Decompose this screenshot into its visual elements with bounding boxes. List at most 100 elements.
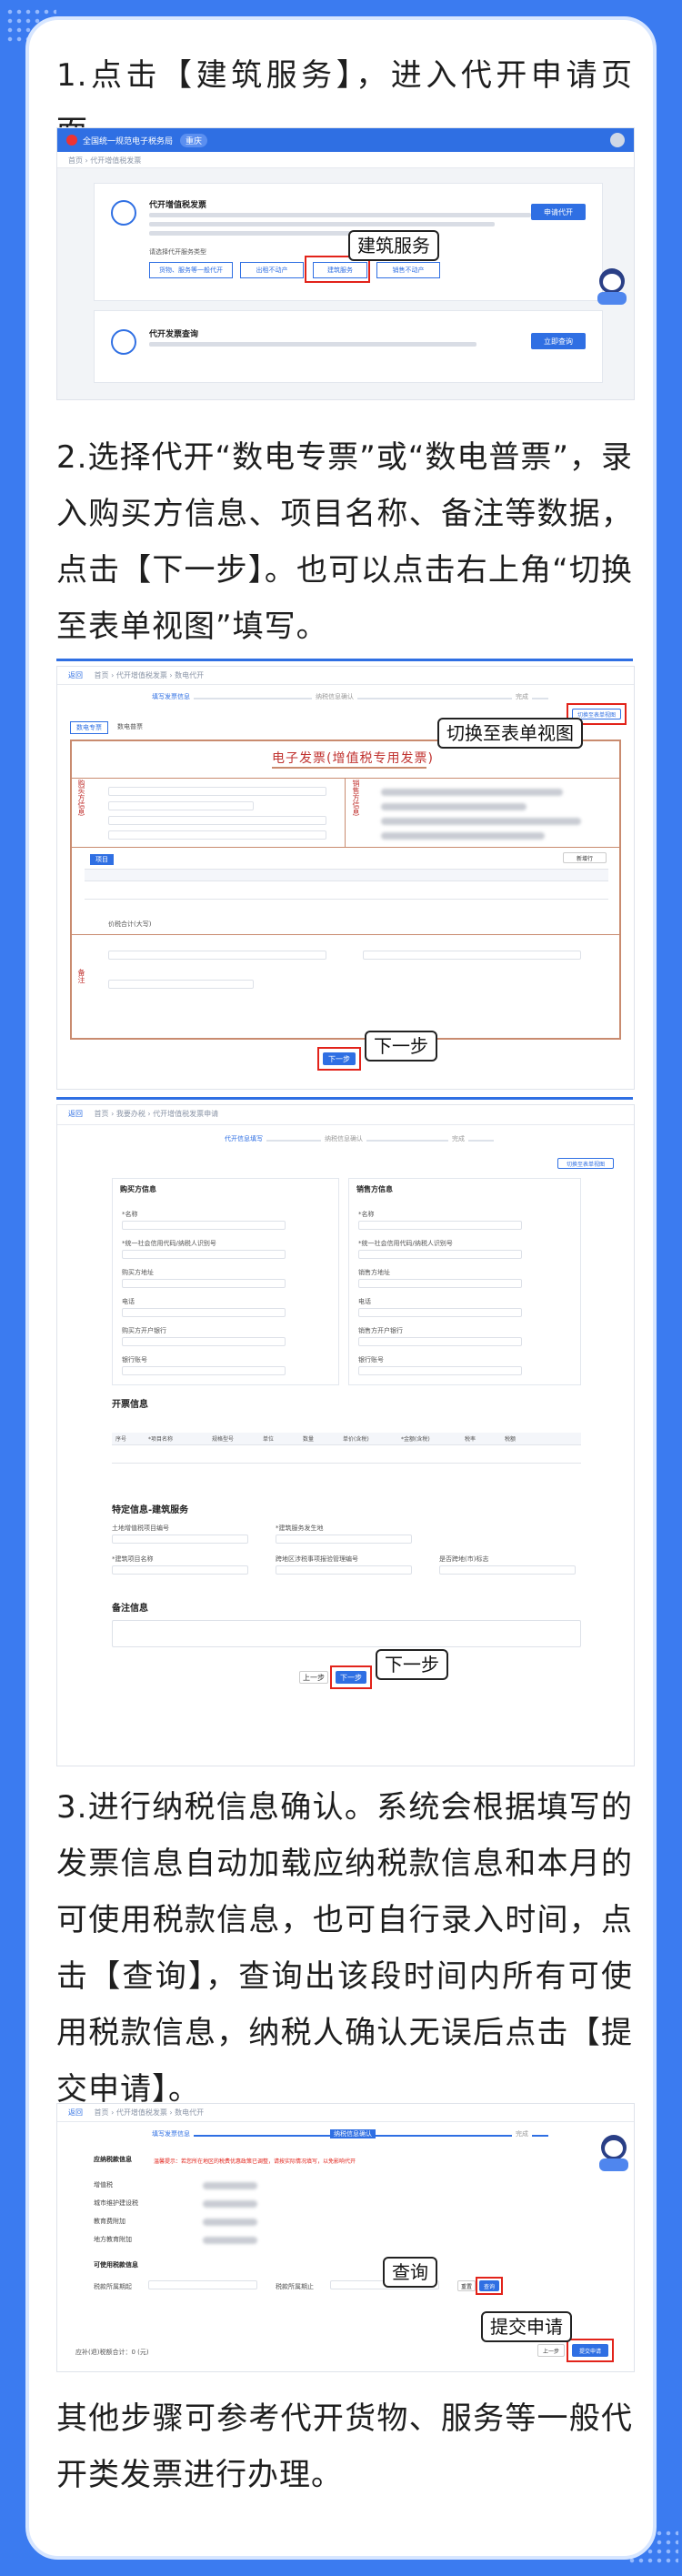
submit-highlight	[567, 2339, 614, 2362]
option-rent-property[interactable]: 出租不动产	[240, 262, 304, 278]
query-now-button[interactable]: 立即查询	[531, 333, 586, 349]
buyer-title: 购买方信息	[120, 1185, 156, 1193]
add-row-button[interactable]: 新增行	[563, 852, 607, 863]
buyer-field-2: *统一社会信用代码/纳税人识别号	[122, 1240, 216, 1247]
callout-next-step-1: 下一步	[365, 1031, 437, 1062]
seller-field-6: 银行账号	[358, 1356, 384, 1363]
construction-location-select[interactable]	[276, 1535, 412, 1544]
back-link-tax[interactable]: 返回	[68, 2108, 83, 2117]
back-link-form-view[interactable]: 返回	[68, 1110, 83, 1118]
col-rate: 税率	[465, 1436, 476, 1443]
screenshot-tax-confirm: 返回 首页 › 代开增值税发票 › 数电代开 填写发票信息 纳税信息确认 完成 …	[56, 2103, 635, 2372]
tax-row-2: 城市维护建设税	[94, 2199, 138, 2207]
back-link[interactable]: 返回	[68, 671, 83, 679]
option-sell-property[interactable]: 销售不动产	[376, 262, 440, 278]
col-spec: 规格型号	[212, 1436, 235, 1443]
special-field-3: *建筑项目名称	[112, 1555, 154, 1563]
seller-field-5: 销售方开户银行	[358, 1327, 403, 1334]
buyer-field-4: 电话	[122, 1298, 135, 1305]
invoice-table-header: 序号 *项目名称 规格型号 单位 数量 单价(含税) *金额(含税) 税率 税额	[112, 1433, 581, 1445]
buyer-taxid-input[interactable]	[122, 1250, 286, 1259]
document-icon	[111, 200, 136, 226]
tax-section-title: 应纳税款信息	[94, 2156, 132, 2163]
remark-textarea[interactable]	[112, 1620, 581, 1647]
callout-next-step-2: 下一步	[376, 1649, 448, 1680]
col-price: 单价(含税)	[343, 1436, 369, 1443]
buyer-field-6: 银行账号	[122, 1356, 147, 1363]
breadcrumb-text: 首页 › 代开增值税发票 › 数电代开	[94, 671, 205, 679]
progress-step-3: 完成	[512, 2129, 532, 2138]
title-underline	[272, 767, 426, 769]
divider	[56, 659, 633, 661]
tab-special-invoice[interactable]: 数电专票	[70, 721, 108, 734]
special-field-4: 跨地区涉税事项报验管理编号	[276, 1555, 358, 1563]
switch-view-button[interactable]: 切换至表单视图	[557, 1158, 614, 1169]
buyer-name-input[interactable]	[122, 1221, 286, 1230]
cross-region-flag-select[interactable]	[439, 1565, 576, 1575]
land-tax-project-input[interactable]	[112, 1535, 248, 1544]
reset-button[interactable]: 重置	[457, 2280, 476, 2291]
next-step-highlight	[330, 1665, 372, 1689]
special-field-1: 土地增值税项目编号	[112, 1524, 169, 1532]
col-project: *项目名称	[148, 1436, 174, 1443]
progress-step-2: 纳税信息确认	[330, 2129, 376, 2138]
total-label: 价税合计(大写)	[108, 921, 152, 928]
buyer-bank-input[interactable]	[122, 1337, 286, 1346]
breadcrumb-text-form-view: 首页 › 我要办税 › 代开增值税发票申请	[94, 1110, 219, 1118]
buyer-field-1: *名称	[122, 1211, 138, 1218]
progress-step-3: 完成	[512, 692, 532, 701]
query-highlight	[476, 2277, 503, 2295]
progress-step-1: 填写发票信息	[148, 692, 194, 701]
col-amount: *金额(含税)	[401, 1436, 430, 1443]
prev-button-tax[interactable]: 上一步	[537, 2344, 565, 2357]
callout-switch-form-view: 切换至表单视图	[437, 718, 583, 749]
prev-step-button[interactable]: 上一步	[299, 1671, 328, 1684]
buyer-panel: 购买方信息 *名称 *统一社会信用代码/纳税人识别号 购买方地址 电话 购买方开…	[112, 1178, 339, 1385]
seller-field-3: 销售方地址	[358, 1269, 390, 1276]
breadcrumb: 首页 › 代开增值税发票	[57, 152, 634, 168]
buyer-account-input[interactable]	[122, 1366, 286, 1375]
site-title: 全国统一规范电子税务局	[83, 136, 174, 146]
col-qty: 数量	[303, 1436, 315, 1443]
seller-phone-input[interactable]	[358, 1308, 522, 1317]
avatar[interactable]	[610, 133, 625, 147]
tax-logo-icon	[66, 135, 77, 146]
cross-region-number-input[interactable]	[276, 1565, 412, 1575]
tax-row-4: 地方教育附加	[94, 2236, 132, 2243]
project-tab[interactable]: 项目	[90, 854, 114, 865]
seller-field-1: *名称	[358, 1211, 375, 1218]
seller-account-input[interactable]	[358, 1366, 522, 1375]
buyer-address-input[interactable]	[122, 1279, 286, 1288]
mascot-icon-2	[596, 2131, 632, 2173]
seller-name-input[interactable]	[358, 1221, 522, 1230]
usable-section-title: 可使用税款信息	[94, 2261, 138, 2269]
tax-row-3: 教育费附加	[94, 2218, 125, 2225]
closing-text: 其他步骤可参考代开货物、服务等一般代开类发票进行办理。	[56, 2400, 633, 2493]
callout-construction-service: 建筑服务	[348, 230, 439, 261]
progress-bar-tax: 填写发票信息 纳税信息确认 完成	[148, 2129, 548, 2142]
seller-bank-input[interactable]	[358, 1337, 522, 1346]
seller-title: 销售方信息	[356, 1185, 393, 1193]
region-badge[interactable]: 重庆	[180, 133, 208, 147]
invoice-section-title: 开票信息	[112, 1400, 148, 1410]
seller-field-4: 电话	[358, 1298, 371, 1305]
mascot-icon	[594, 265, 630, 307]
breadcrumb-tax: 返回 首页 › 代开增值税发票 › 数电代开	[57, 2104, 634, 2122]
seller-address-input[interactable]	[358, 1279, 522, 1288]
apply-issue-button[interactable]: 申请代开	[531, 204, 586, 220]
seller-taxid-input[interactable]	[358, 1250, 522, 1259]
progress-bar: 填写发票信息 纳税信息确认 完成	[148, 692, 548, 705]
tax-row-1: 增值税	[94, 2181, 113, 2189]
col-unit: 单位	[263, 1436, 275, 1443]
construction-project-input[interactable]	[112, 1565, 248, 1575]
buyer-phone-input[interactable]	[122, 1308, 286, 1317]
step2-text: 2.选择代开“数电专票”或“数电普票”，录入购买方信息、项目名称、备注等数据，点…	[56, 439, 633, 645]
invoice-query-panel: 代开发票查询 立即查询	[94, 310, 603, 383]
callout-query: 查询	[383, 2257, 437, 2288]
breadcrumb-form-view: 返回 首页 › 我要办税 › 代开增值税发票申请	[57, 1105, 634, 1125]
tab-general-invoice[interactable]: 数电普票	[112, 721, 148, 732]
col-index: 序号	[115, 1436, 127, 1443]
seller-field-2: *统一社会信用代码/纳税人识别号	[358, 1240, 453, 1247]
option-general[interactable]: 货物、服务等一般代开	[149, 262, 233, 278]
start-date-input[interactable]	[148, 2280, 257, 2289]
